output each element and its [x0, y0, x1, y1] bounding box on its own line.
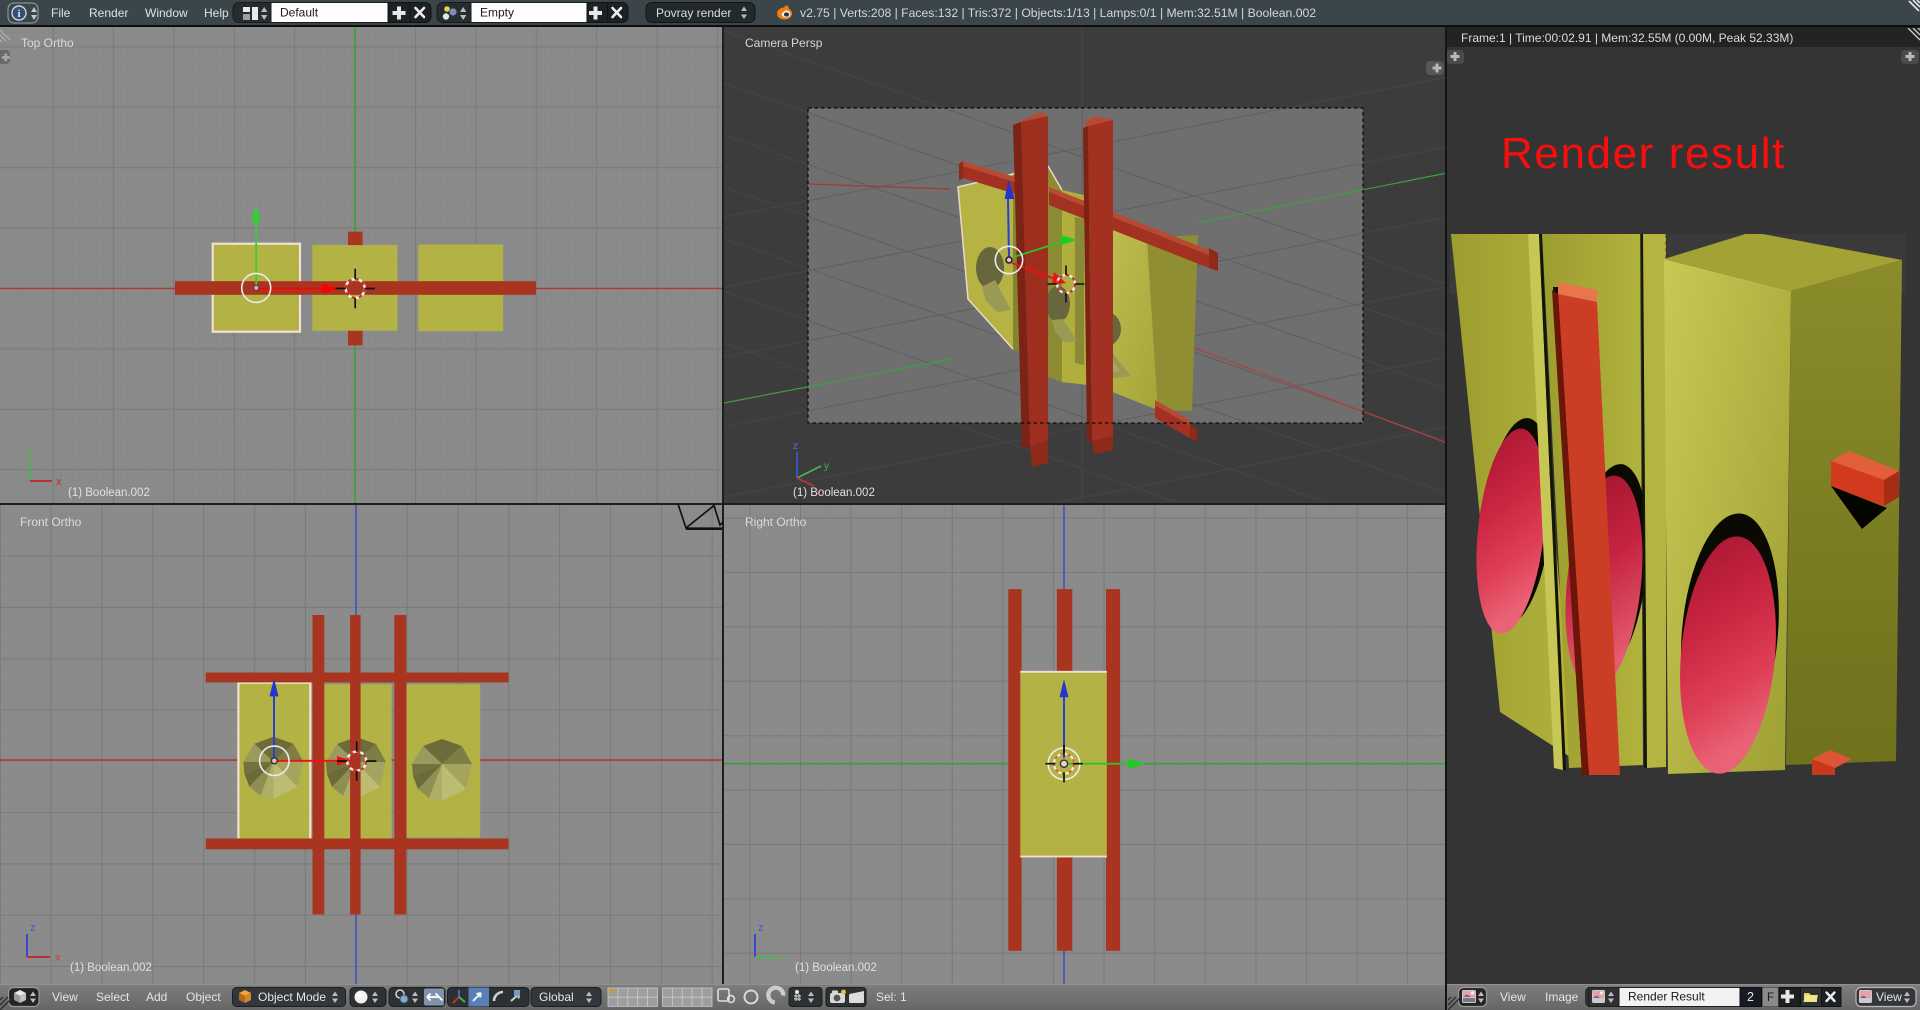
svg-text:z: z — [30, 922, 36, 934]
svg-text:y: y — [824, 461, 829, 472]
svg-text:Povray render: Povray render — [656, 6, 731, 20]
svg-text:View: View — [1500, 990, 1526, 1004]
svg-text:Camera Persp: Camera Persp — [745, 36, 823, 50]
svg-text:2: 2 — [1747, 990, 1754, 1004]
svg-text:(1) Boolean.002: (1) Boolean.002 — [793, 487, 875, 499]
svg-text:z: z — [758, 922, 764, 934]
svg-text:x: x — [56, 476, 62, 488]
svg-text:Select: Select — [96, 990, 130, 1004]
svg-text:Window: Window — [145, 6, 188, 20]
svg-text:Render: Render — [89, 6, 128, 20]
svg-text:Global: Global — [539, 990, 574, 1004]
svg-text:z: z — [793, 441, 798, 452]
svg-text:Help: Help — [204, 6, 229, 20]
svg-text:Object: Object — [186, 990, 221, 1004]
svg-text:F: F — [1767, 992, 1774, 1004]
svg-text:View: View — [52, 990, 78, 1004]
svg-text:View: View — [1876, 990, 1902, 1004]
svg-text:Top Ortho: Top Ortho — [21, 36, 74, 50]
svg-text:Front Ortho: Front Ortho — [20, 515, 82, 529]
svg-text:y: y — [26, 446, 32, 458]
svg-text:(1) Boolean.002: (1) Boolean.002 — [68, 487, 150, 499]
svg-text:v2.75 | Verts:208 | Faces:132: v2.75 | Verts:208 | Faces:132 | Tris:372… — [800, 6, 1316, 20]
svg-text:y: y — [781, 952, 787, 964]
svg-text:Image: Image — [1545, 990, 1579, 1004]
svg-text:Object Mode: Object Mode — [258, 990, 326, 1004]
svg-text:(1) Boolean.002: (1) Boolean.002 — [795, 962, 877, 974]
svg-text:Add: Add — [146, 990, 167, 1004]
svg-text:(1) Boolean.002: (1) Boolean.002 — [70, 962, 152, 974]
svg-text:Render Result: Render Result — [1628, 990, 1705, 1004]
svg-text:Right Ortho: Right Ortho — [745, 515, 807, 529]
svg-text:Default: Default — [280, 6, 319, 20]
svg-text:Empty: Empty — [480, 6, 514, 20]
svg-text:x: x — [55, 952, 61, 964]
svg-text:Sel: 1: Sel: 1 — [876, 990, 907, 1004]
svg-text:i: i — [17, 8, 20, 20]
svg-text:File: File — [51, 6, 71, 20]
